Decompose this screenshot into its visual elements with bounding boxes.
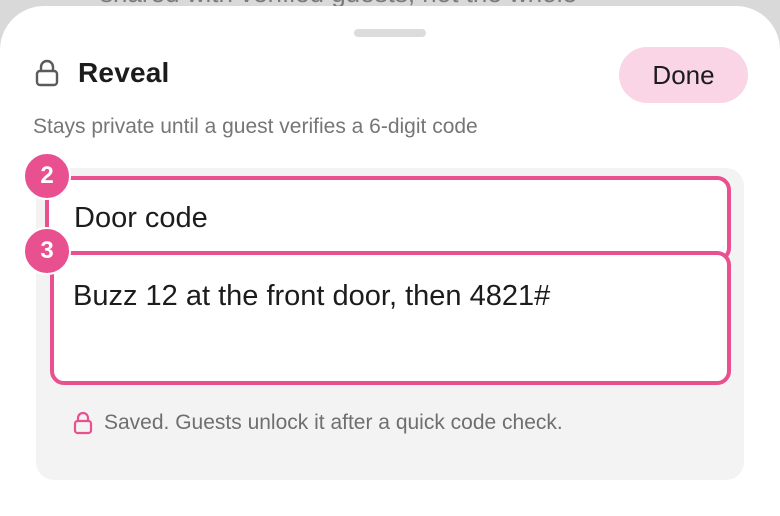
- sheet-subtitle: Stays private until a guest verifies a 6…: [33, 115, 478, 138]
- sheet-grabber-handle[interactable]: [354, 29, 426, 37]
- screen: shared with verified guests, not the who…: [0, 0, 780, 516]
- step-badge-2: 2: [23, 152, 71, 200]
- content-input-value[interactable]: Buzz 12 at the front door, then 4821#: [73, 280, 550, 313]
- label-input-value[interactable]: Door code: [74, 202, 208, 235]
- lock-icon: [34, 59, 60, 87]
- lock-icon: [72, 411, 94, 435]
- saved-status-text: Saved. Guests unlock it after a quick co…: [104, 411, 563, 434]
- sheet-title: Reveal: [78, 57, 170, 88]
- saved-status: Saved. Guests unlock it after a quick co…: [72, 408, 563, 438]
- sheet-header: Reveal: [34, 55, 170, 91]
- content-input-field[interactable]: [50, 251, 731, 385]
- step-badge-3: 3: [23, 227, 71, 275]
- done-button[interactable]: Done: [619, 47, 748, 103]
